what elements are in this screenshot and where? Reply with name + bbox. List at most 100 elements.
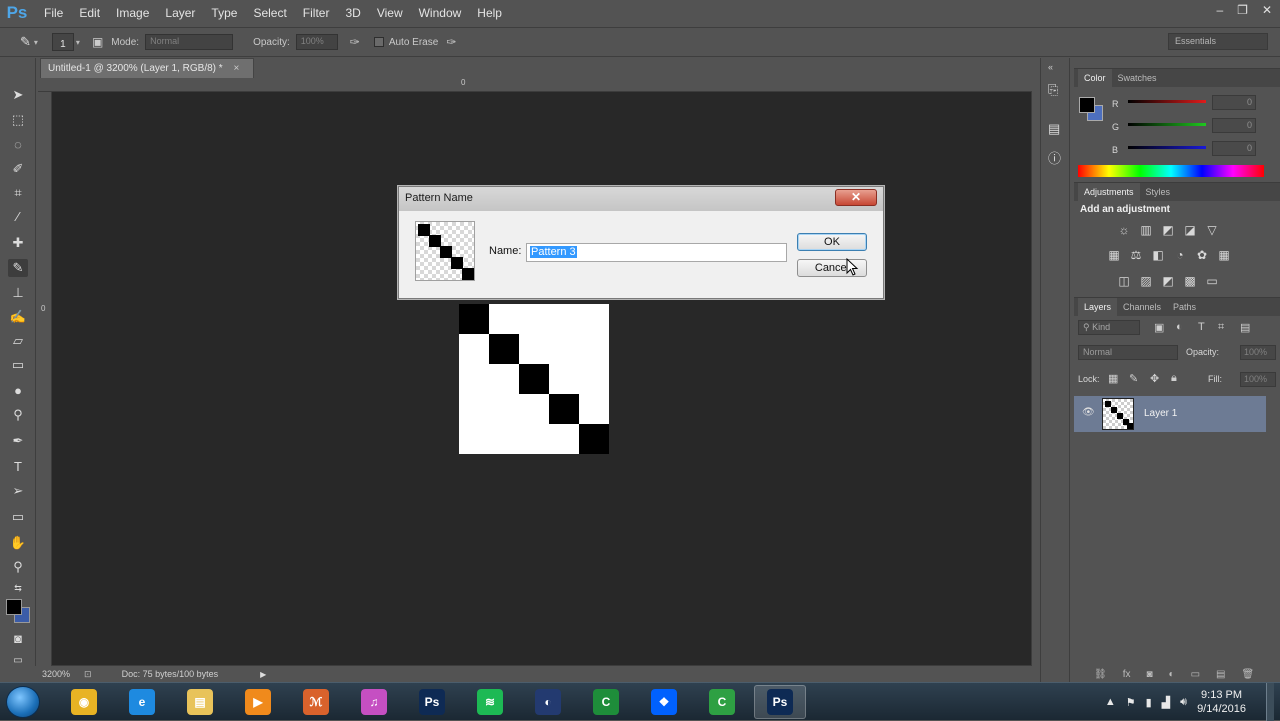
taskbar-app-button[interactable]: ℳ: [290, 685, 342, 719]
taskbar-app-button[interactable]: C: [580, 685, 632, 719]
ok-button[interactable]: OK: [797, 233, 867, 251]
quick-mask-icon[interactable]: ◙: [8, 630, 28, 648]
start-button[interactable]: [6, 686, 40, 718]
path-selection-tool-icon[interactable]: ➢: [8, 482, 28, 500]
taskbar-app-button[interactable]: ≋: [464, 685, 516, 719]
delete-layer-icon[interactable]: 🗑︎: [1241, 669, 1254, 680]
channel-g-slider[interactable]: [1128, 123, 1206, 126]
channel-r-slider[interactable]: [1128, 100, 1206, 103]
brush-panel-icon[interactable]: ▣: [92, 35, 103, 49]
new-group-icon[interactable]: ▭: [1191, 669, 1200, 680]
lock-image-icon[interactable]: ✎: [1129, 372, 1138, 385]
blend-mode-select[interactable]: Normal: [1078, 345, 1178, 360]
fill-field[interactable]: 100%: [1240, 372, 1276, 387]
lock-position-icon[interactable]: ✥: [1150, 372, 1159, 385]
lasso-tool-icon[interactable]: ◌: [8, 136, 28, 154]
menu-window[interactable]: Window: [411, 0, 470, 26]
taskbar-app-button[interactable]: e: [116, 685, 168, 719]
channel-r-value[interactable]: 0: [1212, 95, 1256, 110]
add-mask-icon[interactable]: ◙: [1146, 669, 1152, 680]
taskbar-app-button[interactable]: C: [696, 685, 748, 719]
layer-filter-kind-select[interactable]: ⚲ Kind: [1078, 320, 1140, 335]
channel-b-value[interactable]: 0: [1212, 141, 1256, 156]
taskbar-app-button[interactable]: Ps: [406, 685, 458, 719]
hand-tool-icon[interactable]: ✋: [8, 534, 28, 552]
clock[interactable]: 9:13 PM 9/14/2016: [1197, 688, 1246, 716]
eyedropper-tool-icon[interactable]: ⁄: [8, 208, 28, 226]
close-document-icon[interactable]: ×: [233, 63, 239, 74]
color-foreground-swatch[interactable]: [1079, 97, 1095, 113]
healing-brush-tool-icon[interactable]: ✚: [8, 234, 28, 252]
move-tool-icon[interactable]: ➤: [8, 86, 28, 104]
dodge-tool-icon[interactable]: ⚲: [8, 406, 28, 424]
threshold-adjustment-icon[interactable]: ◩: [1160, 274, 1176, 288]
menu-help[interactable]: Help: [469, 0, 510, 26]
taskbar-app-button[interactable]: ♫: [348, 685, 400, 719]
taskbar-app-button[interactable]: ▶: [232, 685, 284, 719]
selective-color-adjustment-icon[interactable]: ▩: [1182, 274, 1198, 288]
opacity-pressure-icon[interactable]: ✑: [350, 35, 360, 49]
close-window-button[interactable]: ✕: [1262, 3, 1272, 17]
blur-tool-icon[interactable]: ●: [8, 382, 28, 400]
new-layer-icon[interactable]: ▤: [1216, 669, 1225, 680]
gradient-map-adjustment-icon[interactable]: ▭: [1204, 274, 1220, 288]
crop-tool-icon[interactable]: ⌗: [8, 184, 28, 202]
exposure-adjustment-icon[interactable]: ◪: [1182, 223, 1198, 237]
black-white-adjustment-icon[interactable]: ◧: [1150, 248, 1166, 262]
filter-shape-icon[interactable]: ⌗: [1218, 321, 1224, 334]
menu-file[interactable]: File: [34, 0, 71, 26]
history-panel-icon[interactable]: ⎘: [1048, 82, 1058, 98]
document-tab[interactable]: Untitled-1 @ 3200% (Layer 1, RGB/8) * ×: [40, 58, 254, 78]
tab-swatches[interactable]: Swatches: [1112, 69, 1163, 87]
filter-adjustment-icon[interactable]: ◐: [1176, 321, 1183, 333]
taskbar-app-button[interactable]: ▤: [174, 685, 226, 719]
properties-panel-icon[interactable]: ▤: [1048, 121, 1060, 137]
layer-style-icon[interactable]: fx: [1123, 669, 1131, 680]
channel-mixer-adjustment-icon[interactable]: ✿: [1194, 248, 1210, 262]
history-brush-tool-icon[interactable]: ✍: [8, 308, 28, 326]
collapse-arrows-icon[interactable]: «: [1048, 62, 1053, 72]
taskbar-app-button[interactable]: ◐: [522, 685, 574, 719]
restore-button[interactable]: ❐: [1237, 3, 1248, 17]
color-spectrum-bar[interactable]: [1078, 165, 1264, 177]
layer-opacity-field[interactable]: 100%: [1240, 345, 1276, 360]
marquee-tool-icon[interactable]: ⬚: [8, 111, 28, 129]
vibrance-adjustment-icon[interactable]: ▽: [1204, 223, 1220, 237]
volume-icon[interactable]: 🔊︎: [1180, 696, 1187, 709]
clone-stamp-tool-icon[interactable]: ⊥: [8, 284, 28, 302]
menu-3d[interactable]: 3D: [337, 0, 368, 26]
pen-tool-icon[interactable]: ✒: [8, 432, 28, 450]
tab-color[interactable]: Color: [1078, 69, 1112, 87]
opacity-field[interactable]: 100%: [295, 34, 338, 50]
lock-all-icon[interactable]: 🔒︎: [1171, 372, 1177, 385]
network-icon[interactable]: ▟: [1162, 696, 1170, 709]
menu-type[interactable]: Type: [203, 0, 245, 26]
swap-colors-icon[interactable]: ⇆: [8, 579, 28, 597]
screen-mode-icon[interactable]: ▭: [8, 652, 28, 670]
dialog-close-button[interactable]: ✕: [835, 189, 877, 206]
auto-erase-checkbox[interactable]: [373, 37, 384, 47]
photo-filter-adjustment-icon[interactable]: ◔: [1172, 248, 1188, 262]
invert-adjustment-icon[interactable]: ◫: [1116, 274, 1132, 288]
tab-paths[interactable]: Paths: [1167, 298, 1202, 316]
lock-transparent-icon[interactable]: ▦: [1108, 372, 1118, 385]
taskbar-app-button[interactable]: ◉: [58, 685, 110, 719]
battery-icon[interactable]: ▮: [1146, 696, 1152, 709]
pattern-name-input[interactable]: Pattern 3: [526, 243, 787, 262]
type-tool-icon[interactable]: T: [8, 458, 28, 476]
tab-channels[interactable]: Channels: [1117, 298, 1167, 316]
show-hidden-icons-icon[interactable]: ▲: [1105, 696, 1116, 708]
preset-dropdown-icon[interactable]: ▾: [34, 38, 38, 47]
pencil-tool-preset-icon[interactable]: ✎: [20, 34, 31, 50]
filter-pixel-icon[interactable]: ▣: [1154, 321, 1164, 334]
quick-selection-tool-icon[interactable]: ✐: [8, 160, 28, 178]
taskbar-app-button[interactable]: ❖: [638, 685, 690, 719]
channel-b-slider[interactable]: [1128, 146, 1206, 149]
menu-layer[interactable]: Layer: [157, 0, 203, 26]
color-balance-adjustment-icon[interactable]: ⚖: [1128, 248, 1144, 262]
filter-smart-object-icon[interactable]: ▤: [1240, 321, 1250, 334]
status-info-icon[interactable]: ⊡: [84, 669, 92, 680]
canvas-pattern-image[interactable]: [459, 304, 609, 454]
brightness-adjustment-icon[interactable]: ☼: [1116, 223, 1132, 237]
posterize-adjustment-icon[interactable]: ▨: [1138, 274, 1154, 288]
